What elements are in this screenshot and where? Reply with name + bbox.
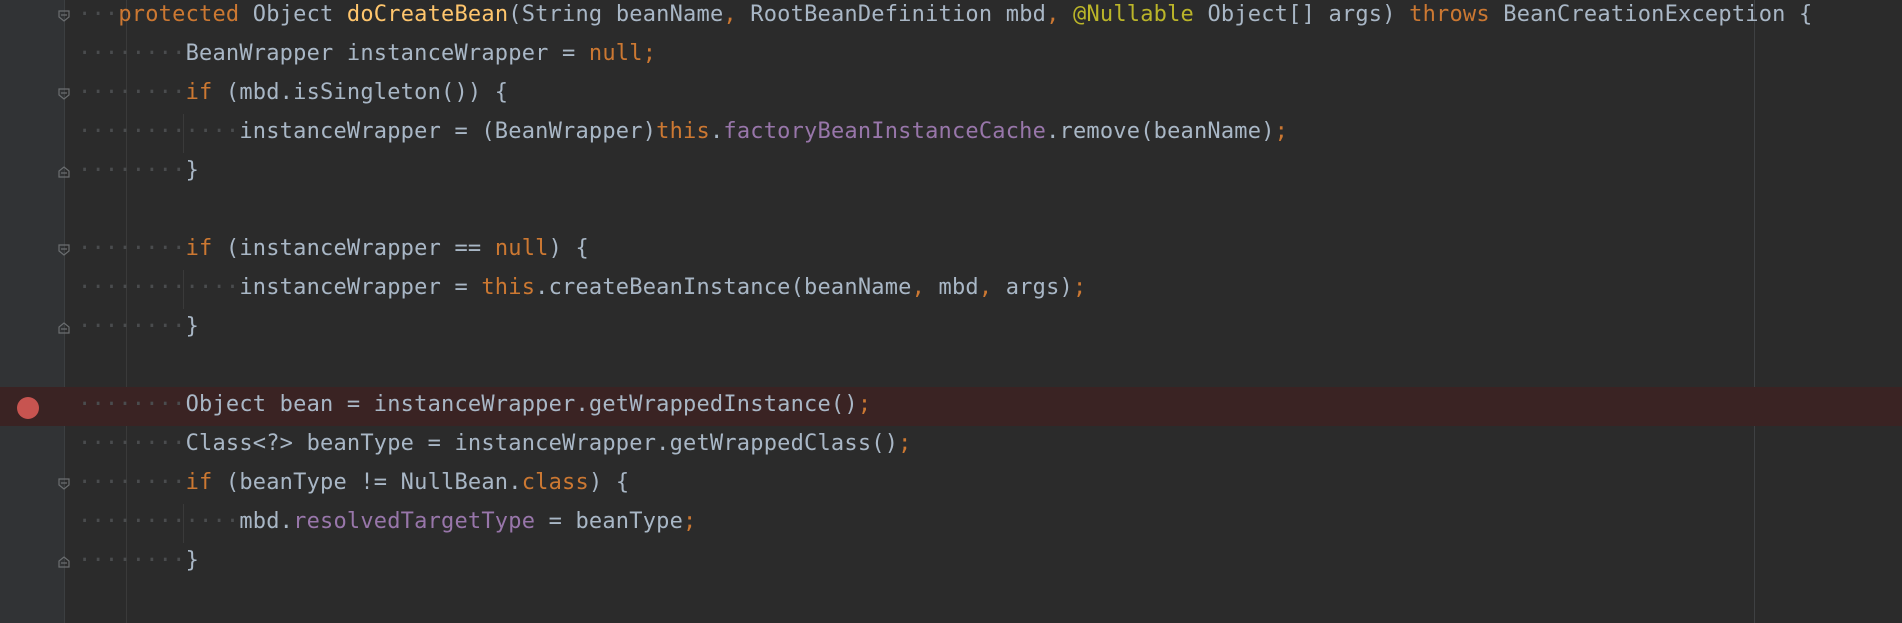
fold-close-icon[interactable] [58, 322, 70, 334]
code-text[interactable]: ············mbd.resolvedTargetType = bea… [78, 504, 697, 543]
code-token: class [521, 470, 589, 495]
code-token: null [494, 236, 549, 261]
code-token: RootBeanDefinition mbd [736, 2, 1047, 27]
code-token: (mbd.isSingleton()) { [212, 80, 509, 105]
code-token: (instanceWrapper == [212, 236, 495, 261]
code-token: doCreateBean [346, 2, 509, 27]
code-line[interactable]: ········BeanWrapper instanceWrapper = nu… [0, 36, 1902, 75]
breakpoint-icon[interactable] [17, 397, 39, 419]
code-text[interactable]: ········if (beanType != NullBean.class) … [78, 465, 629, 504]
code-token: } [185, 314, 200, 339]
code-text[interactable]: ········if (instanceWrapper == null) { [78, 231, 589, 270]
code-token: .remove(beanName) [1046, 119, 1275, 144]
fold-open-icon[interactable] [58, 10, 70, 22]
fold-open-icon[interactable] [58, 88, 70, 100]
code-token: null; [588, 41, 657, 66]
code-line[interactable]: ········if (mbd.isSingleton()) { [0, 75, 1902, 114]
code-token: Class<?> beanType = instanceWrapper.getW… [185, 431, 899, 456]
code-line[interactable] [0, 348, 1902, 387]
code-token: Object [239, 2, 347, 27]
fold-open-icon[interactable] [58, 478, 70, 490]
whitespace-dots: ········ [78, 41, 186, 66]
code-token: , [1046, 2, 1060, 27]
code-line[interactable]: ········} [0, 309, 1902, 348]
code-text[interactable]: ········Class<?> beanType = instanceWrap… [78, 426, 912, 465]
code-line[interactable]: ········} [0, 153, 1902, 192]
code-token: resolvedTargetType [293, 509, 536, 534]
code-text[interactable]: ········Object bean = instanceWrapper.ge… [78, 387, 871, 426]
fold-close-icon[interactable] [58, 556, 70, 568]
code-token: Object bean = instanceWrapper.getWrapped… [185, 392, 858, 417]
code-token: , [911, 275, 926, 300]
whitespace-dots: ········ [78, 236, 186, 261]
code-line[interactable] [0, 192, 1902, 231]
fold-open-icon[interactable] [58, 244, 70, 256]
code-text[interactable]: ············instanceWrapper = (BeanWrapp… [78, 114, 1288, 153]
code-token: instanceWrapper = (BeanWrapper) [239, 119, 657, 144]
code-text[interactable]: ············instanceWrapper = this.creat… [78, 270, 1086, 309]
code-text[interactable]: ········} [78, 309, 199, 348]
code-text[interactable]: ········} [78, 153, 199, 192]
whitespace-dots: ········ [78, 392, 186, 417]
code-text[interactable]: ········BeanWrapper instanceWrapper = nu… [78, 36, 656, 75]
code-token: BeanWrapper instanceWrapper = [185, 41, 589, 66]
code-editor[interactable]: ···protected Object doCreateBean(String … [0, 0, 1902, 623]
code-token: args) [992, 275, 1073, 300]
code-token: factoryBeanInstanceCache [723, 119, 1047, 144]
code-token: } [185, 158, 200, 183]
code-token: BeanCreationException { [1489, 2, 1813, 27]
code-token: = beanType [535, 509, 684, 534]
code-text[interactable]: ········if (mbd.isSingleton()) { [78, 75, 508, 114]
code-token: , [978, 275, 993, 300]
whitespace-dots: ············ [78, 509, 240, 534]
code-token: mbd [925, 275, 979, 300]
code-line[interactable]: ············instanceWrapper = this.creat… [0, 270, 1902, 309]
whitespace-dots: ········ [78, 314, 186, 339]
code-token: Object[] args) [1194, 2, 1410, 27]
whitespace-dots: ········ [78, 158, 186, 183]
code-token: this [656, 119, 710, 144]
code-token: ; [1072, 275, 1087, 300]
code-token: (String beanName [508, 2, 724, 27]
code-line[interactable]: ········} [0, 543, 1902, 582]
whitespace-dots: ········ [78, 431, 186, 456]
code-token: ) { [548, 236, 589, 261]
code-line[interactable]: ···protected Object doCreateBean(String … [0, 0, 1902, 36]
code-token: } [185, 548, 200, 573]
code-token: this [481, 275, 536, 300]
code-text[interactable]: ···protected Object doCreateBean(String … [78, 0, 1813, 36]
code-token: ; [898, 431, 912, 456]
code-token: (beanType != NullBean. [212, 470, 522, 495]
code-token: mbd. [239, 509, 294, 534]
code-token: , [723, 2, 737, 27]
code-text[interactable]: ········} [78, 543, 199, 582]
highlighted-code-line[interactable]: ········Object bean = instanceWrapper.ge… [0, 387, 1902, 426]
code-line[interactable]: ········if (beanType != NullBean.class) … [0, 465, 1902, 504]
code-token: if [185, 80, 213, 105]
code-line[interactable]: ············instanceWrapper = (BeanWrapp… [0, 114, 1902, 153]
whitespace-dots: ········ [78, 80, 186, 105]
code-token: ) { [588, 470, 630, 495]
code-token: if [185, 236, 213, 261]
code-line[interactable]: ············mbd.resolvedTargetType = bea… [0, 504, 1902, 543]
code-token: throws [1409, 2, 1490, 27]
code-line[interactable]: ········if (instanceWrapper == null) { [0, 231, 1902, 270]
code-token: @Nullable [1073, 2, 1195, 27]
whitespace-dots: ············ [78, 275, 240, 300]
code-token: ; [857, 392, 872, 417]
fold-close-icon[interactable] [58, 166, 70, 178]
code-token: instanceWrapper = [239, 275, 482, 300]
code-token: .createBeanInstance(beanName [535, 275, 912, 300]
whitespace-dots: ··· [78, 2, 119, 27]
code-line[interactable]: ········Class<?> beanType = instanceWrap… [0, 426, 1902, 465]
whitespace-dots: ············ [78, 119, 240, 144]
code-token: protected [118, 2, 240, 27]
whitespace-dots: ········ [78, 470, 186, 495]
code-token: ; [683, 509, 697, 534]
code-token: ; [1274, 119, 1289, 144]
code-token: . [709, 119, 724, 144]
whitespace-dots: ········ [78, 548, 186, 573]
code-token: if [185, 470, 213, 495]
